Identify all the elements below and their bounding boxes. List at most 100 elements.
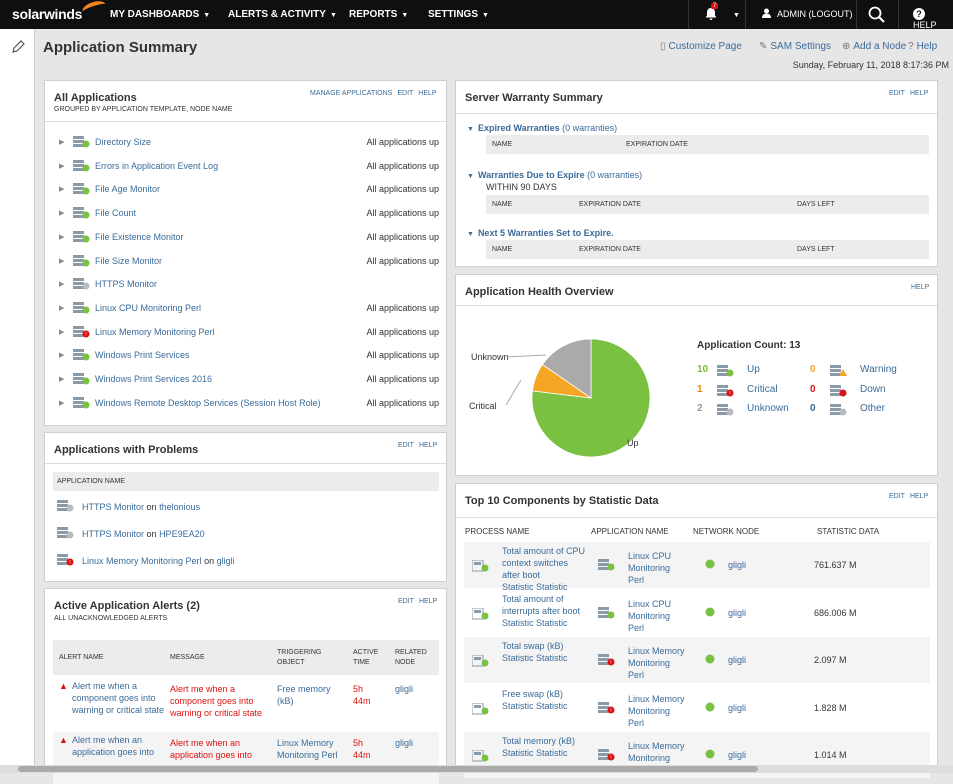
application-row[interactable]: ▶ Windows Remote Desktop Services (Sessio… — [53, 395, 443, 413]
application-name-link[interactable]: File Existence Monitor — [95, 232, 184, 242]
manage-applications-link[interactable]: MANAGE APPLICATIONS — [310, 90, 392, 97]
related-node-link[interactable]: gligli — [395, 737, 413, 749]
expand-arrow-icon[interactable]: ▶ — [59, 328, 64, 336]
application-name-link[interactable]: HTTPS Monitor — [95, 279, 157, 289]
application-name-link[interactable]: Windows Print Services — [95, 350, 190, 360]
legend-item-other[interactable]: 0 Other — [810, 403, 920, 417]
edit-link[interactable]: EDIT — [397, 90, 413, 97]
application-name-link[interactable]: Linux CPU Monitoring Perl — [95, 303, 201, 313]
problem-app-link[interactable]: HTTPS Monitor — [82, 502, 144, 512]
application-name-link[interactable]: Linux Memory Monitoring Perl — [628, 693, 688, 729]
notification-bell-icon[interactable]: 7 — [704, 3, 720, 23]
application-name-link[interactable]: Windows Remote Desktop Services (Session… — [95, 398, 321, 408]
edit-pencil-icon[interactable] — [10, 39, 26, 55]
network-node-link[interactable]: gligli — [728, 607, 746, 619]
expand-arrow-icon[interactable]: ▶ — [59, 257, 64, 265]
triggering-object-link[interactable]: Free memory (kB) — [277, 683, 349, 707]
help-link[interactable]: HELP — [910, 90, 928, 97]
application-name-link[interactable]: Linux Memory Monitoring Perl — [95, 327, 215, 337]
problem-node-link[interactable]: gligli — [217, 556, 235, 566]
process-name-link[interactable]: Total amount of interrupts after boot Sta… — [502, 593, 587, 629]
triggering-object-link[interactable]: Linux Memory Monitoring Perl — [277, 737, 349, 761]
application-row[interactable]: ▶ Linux CPU Monitoring Perl All applicatio… — [53, 300, 443, 318]
application-name-link[interactable]: Linux CPU Monitoring Perl — [628, 598, 688, 634]
related-node-link[interactable]: gligli — [395, 683, 413, 695]
problem-node-link[interactable]: thelonious — [159, 502, 200, 512]
help-link[interactable]: HELP — [419, 442, 437, 449]
expand-arrow-icon[interactable]: ▶ — [59, 351, 64, 359]
edit-link[interactable]: EDIT — [398, 442, 414, 449]
application-row[interactable]: ▶! Linux Memory Monitoring Perl All applic… — [53, 324, 443, 342]
legend-label[interactable]: Down — [860, 384, 886, 395]
application-row[interactable]: ▶ Windows Print Services 2016 All applicat… — [53, 371, 443, 389]
process-name-link[interactable]: Total swap (kB) Statistic Statistic — [502, 640, 587, 664]
add-node-link[interactable]: ⊕ Add a Node — [842, 41, 906, 52]
expand-arrow-icon[interactable]: ▶ — [59, 304, 64, 312]
network-node-link[interactable]: gligli — [728, 702, 746, 714]
legend-label[interactable]: Up — [747, 364, 760, 375]
nav-alerts-activity[interactable]: ALERTS & ACTIVITY ▼ — [228, 9, 337, 20]
edit-link[interactable]: EDIT — [398, 598, 414, 605]
help-link[interactable]: HELP — [910, 493, 928, 500]
expand-arrow-icon[interactable]: ▶ — [59, 233, 64, 241]
expand-arrow-icon[interactable]: ▶ — [59, 162, 64, 170]
edit-link[interactable]: EDIT — [889, 493, 905, 500]
application-row[interactable]: ▶ Errors in Application Event Log All appl… — [53, 158, 443, 176]
nav-reports[interactable]: REPORTS ▼ — [349, 9, 408, 20]
legend-item-critical[interactable]: 1! Critical — [697, 384, 807, 398]
process-name-link[interactable]: Total amount of CPU context switches aft… — [502, 545, 587, 593]
help-link[interactable]: HELP — [419, 598, 437, 605]
problem-node-link[interactable]: HPE9EA20 — [159, 529, 205, 539]
expand-arrow-icon[interactable]: ▶ — [59, 399, 64, 407]
nav-my-dashboards[interactable]: MY DASHBOARDS ▼ — [110, 9, 210, 20]
horizontal-scrollbar[interactable] — [0, 765, 953, 773]
application-name-link[interactable]: Linux Memory Monitoring Perl — [628, 645, 688, 681]
legend-item-unknown[interactable]: 2 Unknown — [697, 403, 807, 417]
customize-page-link[interactable]: ▯ Customize Page — [660, 41, 742, 52]
application-name-link[interactable]: File Size Monitor — [95, 256, 162, 266]
help-nav-link[interactable]: ?HELP — [913, 8, 953, 30]
application-row[interactable]: ▶ File Count All applications up — [53, 205, 443, 223]
due-warranties-toggle[interactable]: ▼ Warranties Due to Expire (0 warranties) — [467, 170, 642, 180]
application-row[interactable]: ▶ Windows Print Services All applications … — [53, 347, 443, 365]
problem-app-link[interactable]: Linux Memory Monitoring Perl — [82, 556, 202, 566]
legend-label[interactable]: Unknown — [747, 403, 789, 414]
help-link[interactable]: HELP — [418, 90, 436, 97]
sam-settings-link[interactable]: ✎ SAM Settings — [759, 41, 831, 52]
help-link[interactable]: ? Help — [908, 41, 937, 52]
legend-label[interactable]: Other — [860, 403, 885, 414]
help-link[interactable]: HELP — [911, 284, 929, 291]
expand-arrow-icon[interactable]: ▶ — [59, 209, 64, 217]
problem-app-link[interactable]: HTTPS Monitor — [82, 529, 144, 539]
legend-item-down[interactable]: 0 Down — [810, 384, 920, 398]
next-warranties-toggle[interactable]: ▼ Next 5 Warranties Set to Expire. — [467, 228, 614, 238]
nav-settings[interactable]: SETTINGS ▼ — [428, 9, 489, 20]
legend-label[interactable]: Critical — [747, 384, 778, 395]
expired-warranties-toggle[interactable]: ▼ Expired Warranties (0 warranties) — [467, 123, 617, 133]
admin-logout-link[interactable]: ADMIN (LOGOUT) — [762, 8, 853, 19]
application-name-link[interactable]: Directory Size — [95, 137, 151, 147]
notification-caret[interactable]: ▼ — [729, 9, 740, 20]
alert-name-link[interactable]: Alert me when a component goes into warn… — [72, 680, 167, 716]
application-name-link[interactable]: Errors in Application Event Log — [95, 161, 218, 171]
edit-link[interactable]: EDIT — [889, 90, 905, 97]
application-name-link[interactable]: File Age Monitor — [95, 184, 160, 194]
expand-arrow-icon[interactable]: ▶ — [59, 185, 64, 193]
application-name-link[interactable]: Linux CPU Monitoring Perl — [628, 550, 688, 586]
application-row[interactable]: ▶ Directory Size All applications up — [53, 134, 443, 152]
alert-name-link[interactable]: Alert me when an application goes into — [72, 734, 167, 758]
network-node-link[interactable]: gligli — [728, 654, 746, 666]
application-name-link[interactable]: File Count — [95, 208, 136, 218]
scrollbar-thumb[interactable] — [18, 766, 758, 772]
application-row[interactable]: ▶ File Existence Monitor All applications … — [53, 229, 443, 247]
expand-arrow-icon[interactable]: ▶ — [59, 138, 64, 146]
legend-item-up[interactable]: 10 Up — [697, 364, 807, 378]
process-name-link[interactable]: Free swap (kB) Statistic Statistic — [502, 688, 587, 712]
legend-item-warning[interactable]: 0 Warning — [810, 364, 920, 378]
application-row[interactable]: ▶ HTTPS Monitor — [53, 276, 443, 294]
expand-arrow-icon[interactable]: ▶ — [59, 375, 64, 383]
legend-label[interactable]: Warning — [860, 364, 897, 375]
search-icon[interactable] — [868, 6, 885, 23]
network-node-link[interactable]: gligli — [728, 749, 746, 761]
application-name-link[interactable]: Windows Print Services 2016 — [95, 374, 212, 384]
